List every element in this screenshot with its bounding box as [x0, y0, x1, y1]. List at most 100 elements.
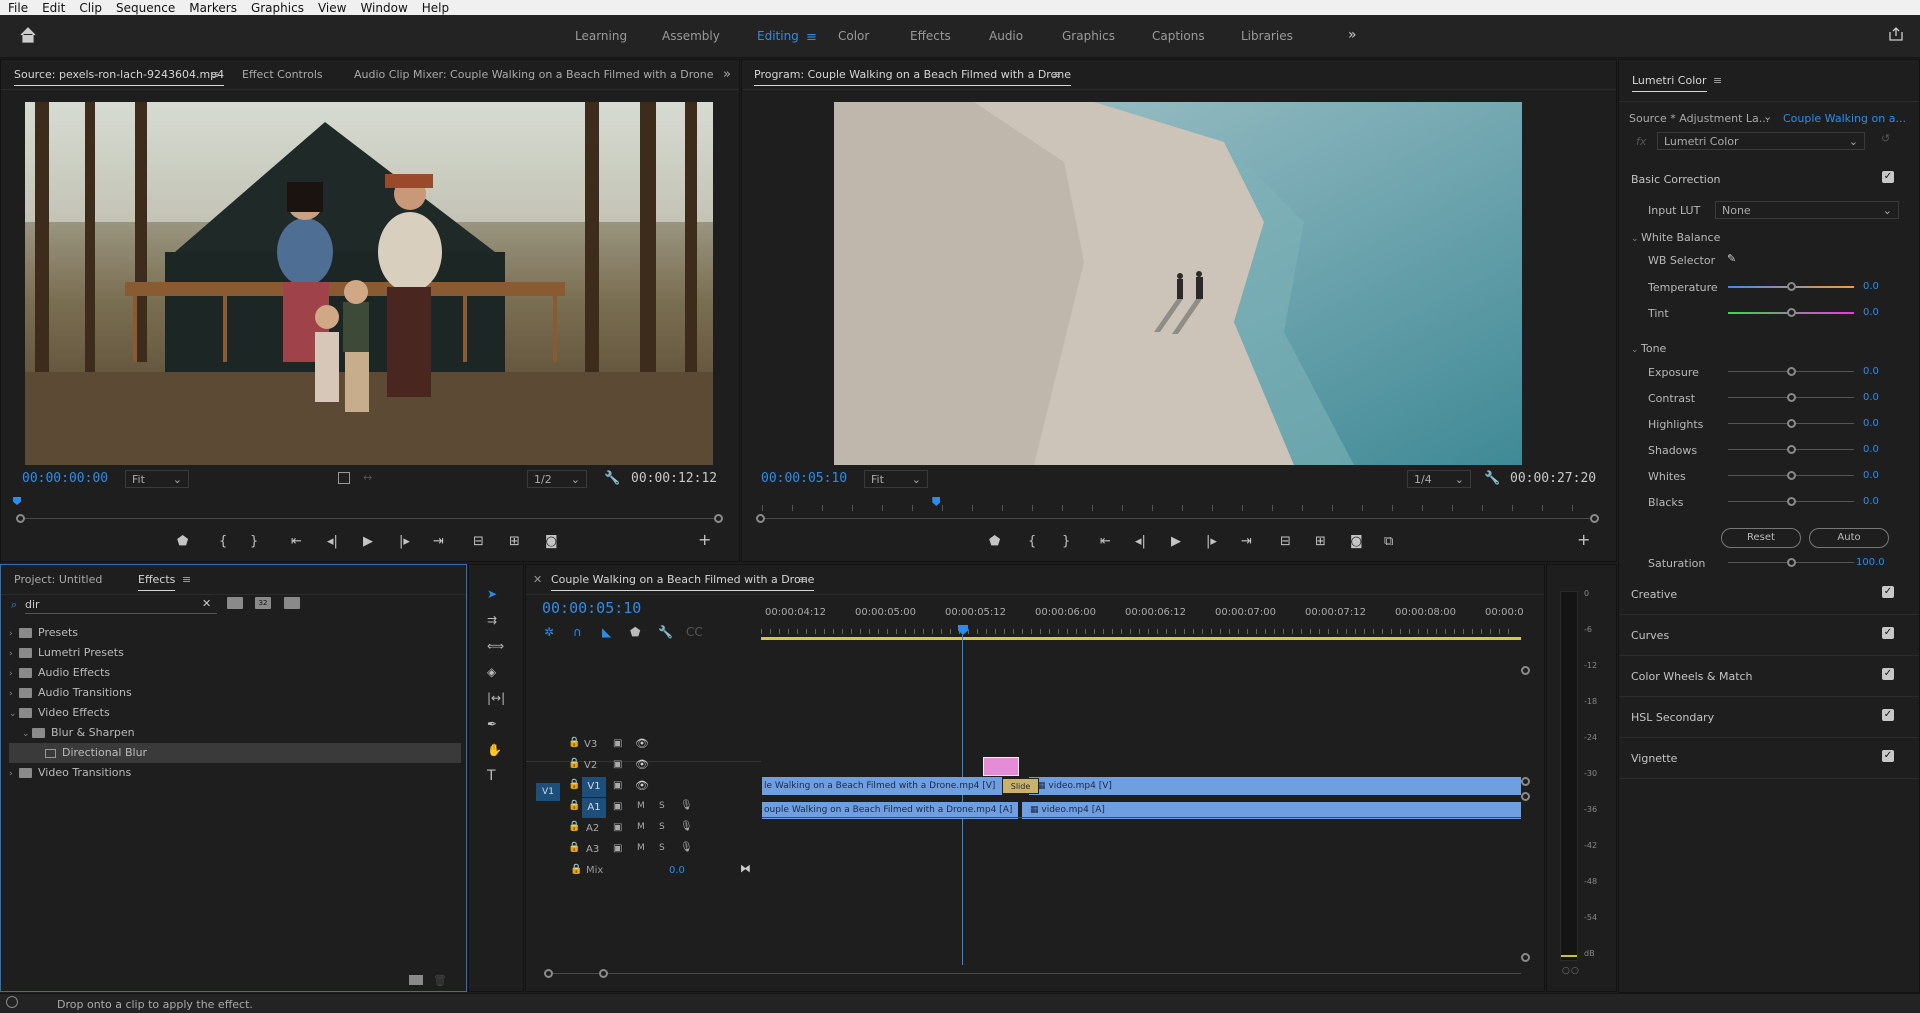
mix-go-to-end-icon[interactable]: ⧓ — [740, 862, 751, 875]
program-mark-in-button[interactable]: { — [1028, 534, 1036, 550]
program-mark-out-button[interactable]: } — [1062, 534, 1070, 550]
reset-effect-icon[interactable]: ↺ — [1881, 132, 1890, 145]
track-v3-label[interactable]: V3 — [584, 735, 597, 755]
section-creative-checkbox[interactable]: ✓ — [1882, 586, 1894, 598]
blacks-slider-knob[interactable] — [1787, 497, 1796, 506]
program-fit-dropdown[interactable]: Fit ⌄ — [864, 470, 928, 488]
contrast-slider-knob[interactable] — [1787, 393, 1796, 402]
linked-selection-icon[interactable]: ◣ — [602, 625, 611, 639]
source-export-frame-button[interactable]: ◙ — [545, 534, 558, 550]
track-v1-label[interactable]: V1 — [582, 777, 606, 797]
timeline-scroll-right-handle[interactable] — [599, 969, 608, 978]
tab-source[interactable]: Source: pexels-ron-lach-9243604.mp4 — [14, 60, 225, 90]
effects-tree-presets[interactable]: › Presets — [9, 623, 461, 643]
contrast-value[interactable]: 0.0 — [1863, 392, 1879, 403]
work-area-bar[interactable] — [761, 637, 1521, 640]
workspace-menu-icon[interactable]: ≡ — [806, 30, 817, 45]
tab-program[interactable]: Program: Couple Walking on a Beach Filme… — [754, 60, 1072, 90]
source-settings-icon[interactable] — [338, 472, 350, 484]
workspace-libraries[interactable]: Libraries — [1241, 15, 1293, 58]
track-v3-eye-icon[interactable]: 👁 — [635, 737, 649, 750]
menu-sequence[interactable]: Sequence — [116, 1, 175, 15]
program-step-back-button[interactable]: ◂| — [1135, 534, 1146, 550]
section-vignette[interactable]: Vignette — [1631, 752, 1677, 765]
section-curves[interactable]: Curves — [1631, 629, 1669, 642]
source-fit-dropdown[interactable]: Fit ⌄ — [125, 470, 189, 488]
razor-tool-icon[interactable]: ◈ — [487, 665, 496, 679]
tab-effects[interactable]: Effects — [138, 565, 176, 595]
track-a3-solo-button[interactable]: S — [659, 843, 665, 853]
effects-menu-icon[interactable]: ≡ — [182, 565, 191, 595]
track-a2-mute-button[interactable]: M — [637, 822, 645, 832]
section-color-wheels-match-checkbox[interactable]: ✓ — [1882, 668, 1894, 680]
source-timecode[interactable]: 00:00:00:00 — [22, 471, 108, 486]
disclosure-icon[interactable]: ⌄ — [9, 704, 19, 724]
track-a2-lock-icon[interactable]: 🔒 — [568, 821, 580, 832]
yuv-effects-icon[interactable] — [284, 597, 300, 609]
track-v2-eye-icon[interactable]: 👁 — [635, 758, 649, 771]
menu-view[interactable]: View — [318, 1, 346, 15]
timeline-horizontal-scrollbar[interactable] — [551, 973, 1521, 974]
source-play-button[interactable]: ▶ — [363, 534, 373, 550]
temperature-slider-knob[interactable] — [1787, 282, 1796, 291]
effects-tree-video-effects[interactable]: ⌄ Video Effects — [9, 703, 461, 723]
source-playhead[interactable] — [13, 497, 21, 505]
clear-search-icon[interactable]: ✕ — [202, 597, 211, 610]
video-zoom-top-handle[interactable] — [1521, 666, 1530, 675]
track-v1-lock-icon[interactable]: 🔒 — [568, 779, 580, 790]
timeline-settings-icon[interactable]: 🔧 — [658, 625, 673, 639]
track-a2-label[interactable]: A2 — [586, 819, 599, 839]
program-wrench-icon[interactable]: 🔧 — [1484, 471, 1500, 486]
tab-sequence[interactable]: Couple Walking on a Beach Filmed with a … — [551, 565, 815, 595]
tab-project[interactable]: Project: Untitled — [14, 565, 102, 595]
workspace-assembly[interactable]: Assembly — [662, 15, 720, 58]
track-a3-lock-icon[interactable]: 🔒 — [568, 842, 580, 853]
snap-icon[interactable]: ∩ — [573, 625, 582, 639]
source-go-to-in-button[interactable]: ⇤ — [291, 534, 302, 550]
tint-slider-knob[interactable] — [1787, 308, 1796, 317]
track-v2-lock-icon[interactable]: 🔒 — [568, 758, 580, 769]
track-a1-sync-icon[interactable]: ▣ — [613, 801, 622, 812]
program-lift-button[interactable]: ⊟ — [1280, 534, 1291, 550]
program-zoom-left-handle[interactable] — [756, 514, 765, 523]
workspace-effects[interactable]: Effects — [910, 15, 951, 58]
disclosure-icon[interactable]: ⌄ — [22, 724, 32, 744]
clip-v1-drone[interactable]: le Walking on a Beach Filmed with a Dron… — [762, 777, 1002, 795]
disclosure-icon[interactable]: › — [9, 684, 19, 704]
effects-tree-video-transitions[interactable]: › Video Transitions — [9, 763, 461, 783]
program-go-to-out-button[interactable]: ⇥ — [1241, 534, 1252, 550]
basic-correction-checkbox[interactable]: ✓ — [1882, 171, 1894, 183]
track-a1-lock-icon[interactable]: 🔒 — [568, 800, 580, 811]
program-button-editor[interactable]: + — [1577, 532, 1590, 548]
section-hsl-secondary[interactable]: HSL Secondary — [1631, 711, 1714, 724]
home-icon[interactable] — [20, 27, 36, 43]
white-balance-header[interactable]: ⌄ White Balance — [1631, 231, 1720, 244]
audio-zoom-top-handle[interactable] — [1521, 792, 1530, 801]
32bit-effects-icon[interactable]: 32 — [255, 597, 271, 609]
track-v1-eye-icon[interactable]: 👁 — [635, 779, 649, 792]
program-comparison-view-button[interactable]: ⧉ — [1384, 534, 1393, 550]
track-a1-label[interactable]: A1 — [582, 798, 606, 818]
track-a2-sync-icon[interactable]: ▣ — [613, 822, 622, 833]
program-play-button[interactable]: ▶ — [1171, 534, 1181, 550]
program-export-frame-button[interactable]: ◙ — [1350, 534, 1363, 550]
program-scrub-bar[interactable] — [762, 518, 1592, 519]
new-bin-icon[interactable] — [409, 975, 423, 985]
effects-tree-directional-blur[interactable]: Directional Blur — [9, 743, 461, 763]
workspace-captions[interactable]: Captions — [1152, 15, 1205, 58]
effects-tree-audio-effects[interactable]: › Audio Effects — [9, 663, 461, 683]
source-step-back-button[interactable]: ◂| — [327, 534, 338, 550]
add-marker-icon[interactable]: ⬟ — [630, 625, 640, 639]
source-tab-menu-icon[interactable]: ≡ — [210, 60, 219, 90]
eyedropper-icon[interactable]: ✎ — [1727, 252, 1736, 265]
highlights-value[interactable]: 0.0 — [1863, 418, 1879, 429]
source-mark-out-button[interactable]: } — [250, 534, 258, 550]
source-insert-button[interactable]: ⊟ — [473, 534, 484, 550]
saturation-value[interactable]: 100.0 — [1856, 557, 1885, 568]
ripple-edit-tool-icon[interactable]: ⟺ — [487, 639, 504, 653]
track-a2-solo-button[interactable]: S — [659, 822, 665, 832]
pen-tool-icon[interactable]: ✒ — [487, 717, 497, 731]
more-workspaces-icon[interactable]: » — [1348, 27, 1357, 43]
section-hsl-secondary-checkbox[interactable]: ✓ — [1882, 709, 1894, 721]
workspace-color[interactable]: Color — [838, 15, 869, 58]
